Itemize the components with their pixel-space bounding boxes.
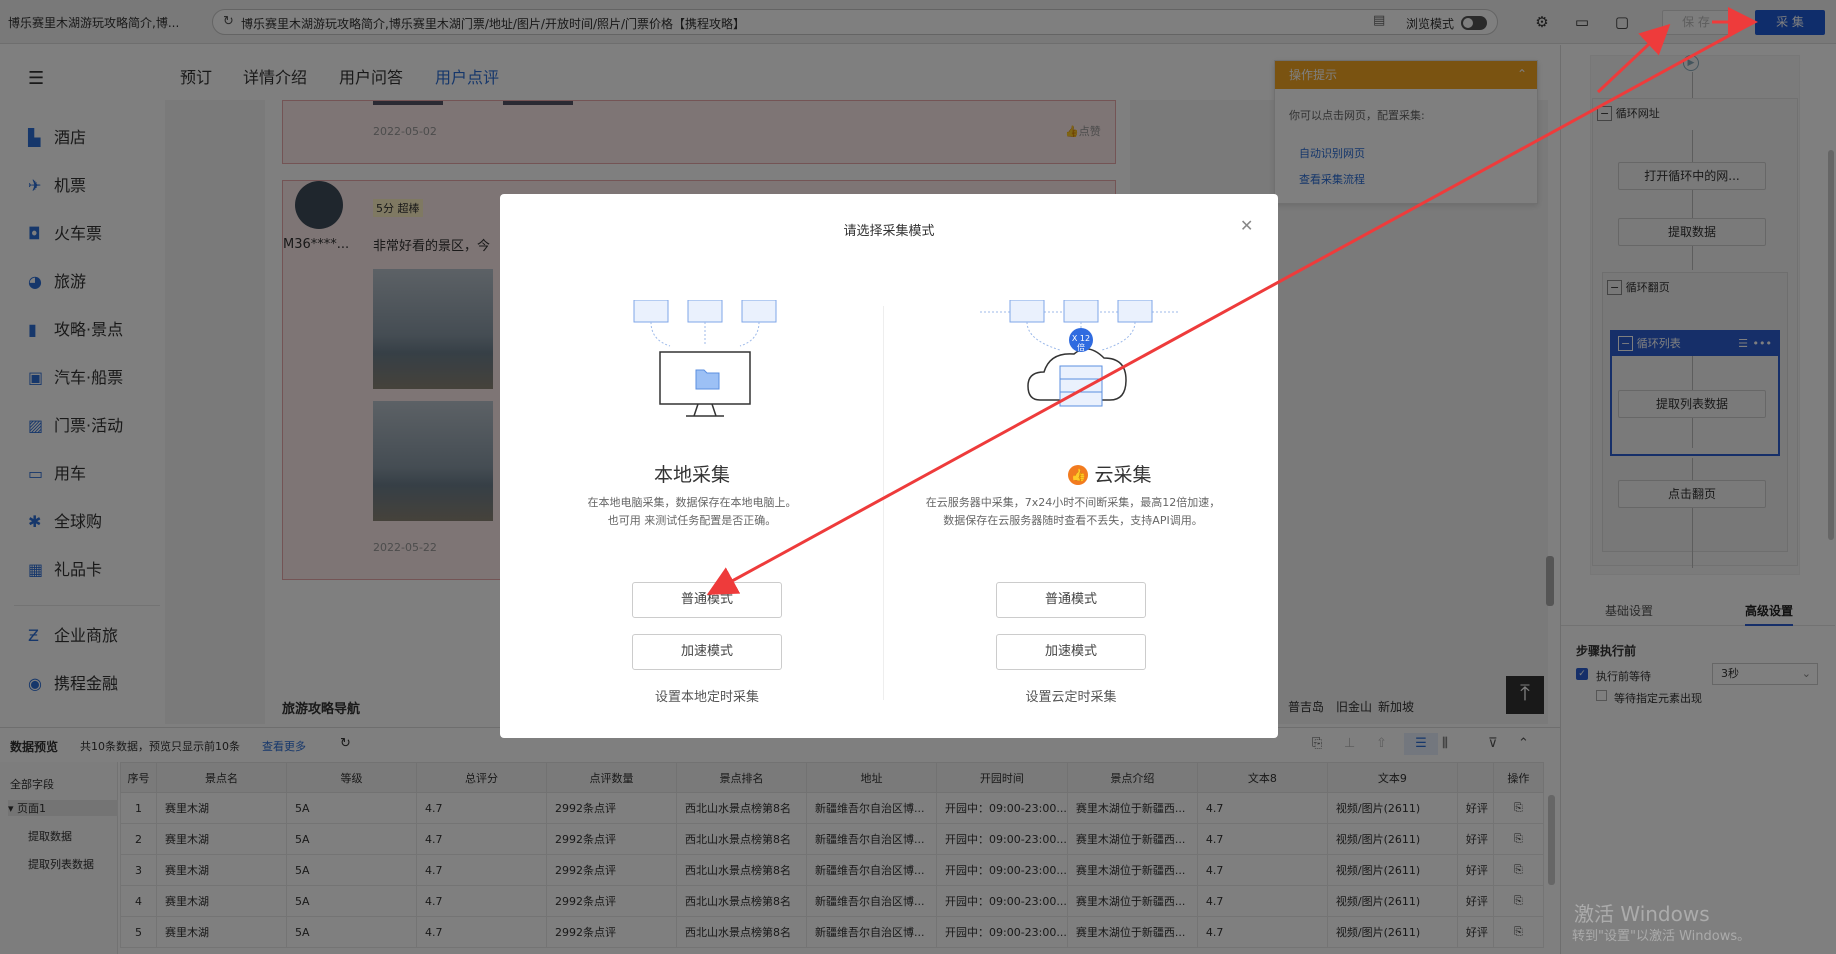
arrow-to-normal-mode xyxy=(706,20,1755,595)
windows-watermark: 激活 Windows xyxy=(1574,902,1710,926)
windows-watermark-sub: 转到"设置"以激活 Windows。 xyxy=(1572,929,1751,944)
arrow-to-save xyxy=(1596,23,1671,94)
annotation-arrows xyxy=(706,7,1758,595)
